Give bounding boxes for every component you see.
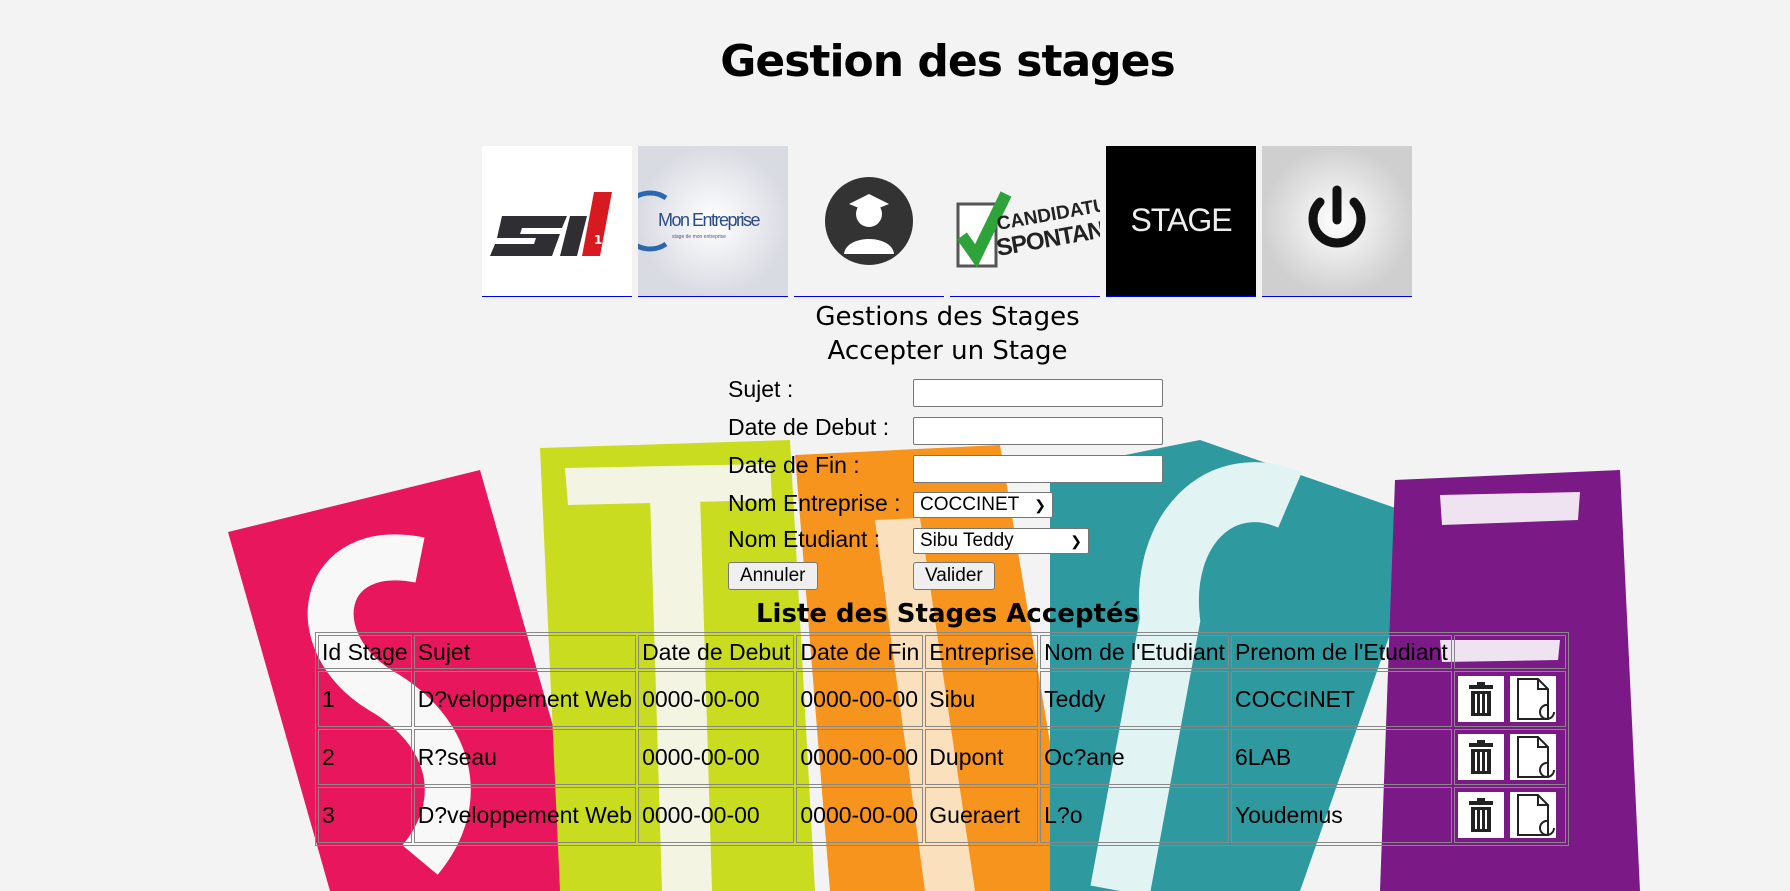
cell-id: 3	[318, 787, 412, 843]
nav-bar: 1 Mon Entreprise stage de mon entreprise	[482, 146, 1418, 297]
cell-date-fin: 0000-00-00	[796, 671, 924, 727]
date-debut-label: Date de Debut :	[728, 414, 890, 440]
delete-button[interactable]	[1457, 734, 1504, 780]
trash-icon	[1468, 740, 1493, 774]
nav-link-candidature[interactable]: CANDIDATURE SPONTANÉE	[950, 146, 1100, 297]
delete-button[interactable]	[1457, 792, 1504, 838]
edit-button[interactable]	[1509, 734, 1556, 780]
col-entreprise: Entreprise	[925, 635, 1039, 669]
stage-logo: STAGE	[1106, 146, 1256, 296]
nav-link-s1[interactable]: 1	[482, 146, 632, 297]
col-actions	[1453, 635, 1566, 669]
cell-sujet: D?veloppement Web	[413, 671, 637, 727]
table-header-row: Id Stage Sujet Date de Debut Date de Fin…	[318, 635, 1566, 669]
cell-date-fin: 0000-00-00	[796, 787, 924, 843]
edit-button[interactable]	[1509, 676, 1556, 722]
cell-actions	[1453, 787, 1566, 843]
cell-nom: L?o	[1040, 787, 1229, 843]
date-fin-label: Date de Fin :	[728, 452, 860, 478]
mon-entreprise-logo: Mon Entreprise stage de mon entreprise	[638, 146, 788, 296]
submit-button[interactable]: Valider	[913, 562, 995, 590]
table-row: 3 D?veloppement Web 0000-00-00 0000-00-0…	[318, 787, 1566, 843]
etudiant-selected: Sibu Teddy	[920, 530, 1014, 551]
col-date-fin: Date de Fin	[796, 635, 924, 669]
sujet-label: Sujet :	[728, 376, 794, 402]
chevron-down-icon: ❯	[1070, 532, 1082, 549]
page-title: Gestion des stages	[720, 36, 1175, 87]
section-title: Gestions des Stages	[815, 302, 1080, 332]
col-nom-etudiant: Nom de l'Etudiant	[1040, 635, 1229, 669]
cell-date-debut: 0000-00-00	[638, 787, 795, 843]
cancel-button[interactable]: Annuler	[728, 562, 818, 590]
trash-icon	[1468, 798, 1493, 832]
entreprise-select[interactable]: COCCINET ❯	[913, 492, 1053, 518]
cell-nom: Teddy	[1040, 671, 1229, 727]
col-sujet: Sujet	[413, 635, 637, 669]
entreprise-selected: COCCINET	[920, 494, 1020, 515]
etudiant-select[interactable]: Sibu Teddy ❯	[913, 528, 1089, 554]
stages-table: Id Stage Sujet Date de Debut Date de Fin…	[315, 632, 1569, 846]
cell-actions	[1453, 729, 1566, 785]
date-fin-input[interactable]	[913, 455, 1163, 483]
entreprise-label: Nom Entreprise :	[728, 490, 901, 516]
edit-button[interactable]	[1509, 792, 1556, 838]
nav-link-stage[interactable]: STAGE	[1106, 146, 1256, 297]
cell-date-fin: 0000-00-00	[796, 729, 924, 785]
document-refresh-icon	[1516, 736, 1555, 778]
cell-entreprise: Sibu	[925, 671, 1039, 727]
cell-date-debut: 0000-00-00	[638, 729, 795, 785]
cell-actions	[1453, 671, 1566, 727]
candidature-logo: CANDIDATURE SPONTANÉE	[950, 146, 1100, 296]
svg-text:Mon Entreprise: Mon Entreprise	[658, 210, 761, 230]
student-icon	[794, 146, 944, 296]
section-subtitle: Accepter un Stage	[827, 336, 1068, 366]
svg-text:stage de mon entreprise: stage de mon entreprise	[672, 234, 726, 240]
svg-text:STAGE: STAGE	[1130, 202, 1231, 238]
table-row: 2 R?seau 0000-00-00 0000-00-00 Dupont Oc…	[318, 729, 1566, 785]
nav-link-entreprise[interactable]: Mon Entreprise stage de mon entreprise	[638, 146, 788, 297]
cell-entreprise: Gueraert	[925, 787, 1039, 843]
document-refresh-icon	[1516, 794, 1555, 836]
table-row: 1 D?veloppement Web 0000-00-00 0000-00-0…	[318, 671, 1566, 727]
cell-id: 1	[318, 671, 412, 727]
cell-date-debut: 0000-00-00	[638, 671, 795, 727]
cell-prenom: COCCINET	[1230, 671, 1452, 727]
chevron-down-icon: ❯	[1034, 496, 1046, 513]
nav-link-etudiant[interactable]	[794, 146, 944, 297]
cell-prenom: Youdemus	[1230, 787, 1452, 843]
cell-entreprise: Dupont	[925, 729, 1039, 785]
nav-link-logout[interactable]	[1262, 146, 1412, 297]
sujet-input[interactable]	[913, 379, 1163, 407]
etudiant-label: Nom Etudiant :	[728, 526, 881, 552]
table-title: Liste des Stages Acceptés	[755, 599, 1140, 629]
document-refresh-icon	[1516, 678, 1555, 720]
cell-sujet: R?seau	[413, 729, 637, 785]
power-icon	[1262, 146, 1412, 296]
cell-sujet: D?veloppement Web	[413, 787, 637, 843]
delete-button[interactable]	[1457, 676, 1504, 722]
svg-text:1: 1	[594, 233, 602, 247]
cell-nom: Oc?ane	[1040, 729, 1229, 785]
col-id: Id Stage	[318, 635, 412, 669]
cell-id: 2	[318, 729, 412, 785]
trash-icon	[1468, 682, 1493, 716]
col-prenom-etudiant: Prenom de l'Etudiant	[1230, 635, 1452, 669]
col-date-debut: Date de Debut	[638, 635, 795, 669]
s1-logo: 1	[482, 146, 632, 296]
cell-prenom: 6LAB	[1230, 729, 1452, 785]
date-debut-input[interactable]	[913, 417, 1163, 445]
